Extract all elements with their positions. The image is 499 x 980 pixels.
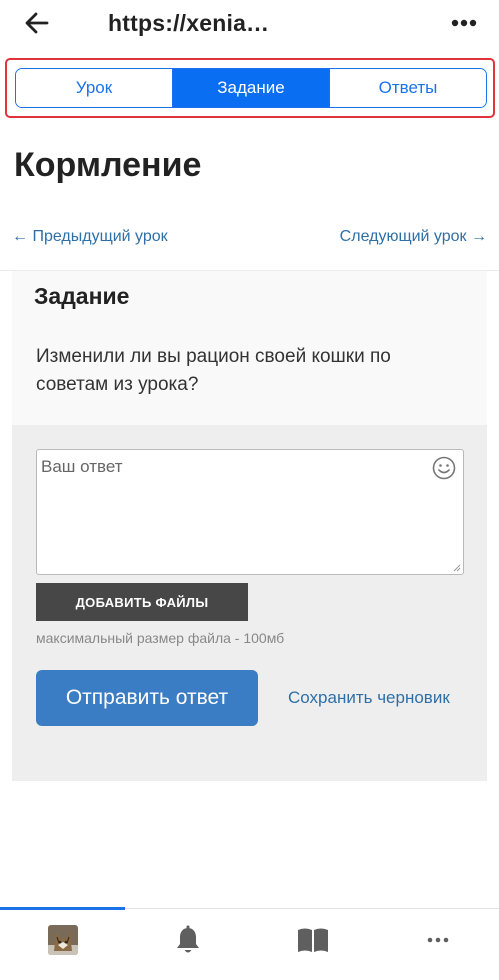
avatar bbox=[47, 925, 78, 955]
bottom-nav-more[interactable] bbox=[375, 909, 499, 971]
lesson-tabs: Урок Задание Ответы bbox=[15, 68, 487, 108]
task-question: Изменили ли вы рацион своей кошки по сов… bbox=[36, 346, 391, 395]
answer-form: ДОБАВИТЬ ФАЙЛЫ максимальный размер файла… bbox=[12, 425, 487, 781]
task-heading: Задание bbox=[34, 283, 130, 309]
bell-icon bbox=[176, 925, 199, 953]
smiley-icon[interactable] bbox=[432, 456, 456, 480]
book-icon bbox=[297, 928, 328, 952]
tab-lesson[interactable]: Урок bbox=[16, 69, 173, 107]
add-files-button[interactable]: ДОБАВИТЬ ФАЙЛЫ bbox=[36, 583, 248, 621]
more-horizontal-icon bbox=[427, 937, 448, 943]
more-vertical-icon bbox=[451, 19, 477, 27]
more-menu-button[interactable] bbox=[449, 8, 479, 38]
tabs-highlight-frame: Урок Задание Ответы bbox=[5, 58, 495, 118]
back-button[interactable] bbox=[22, 8, 52, 38]
browser-top-bar: https://xenia… bbox=[0, 0, 499, 50]
next-lesson-link[interactable]: Следующий урок → bbox=[340, 228, 487, 246]
save-draft-link[interactable]: Сохранить черновик bbox=[288, 688, 450, 708]
submit-answer-button[interactable]: Отправить ответ bbox=[36, 670, 258, 726]
bottom-navigation bbox=[0, 907, 499, 980]
arrow-left-icon bbox=[25, 12, 49, 34]
lesson-navigation: ← Предыдущий урок Следующий урок → bbox=[0, 228, 499, 250]
bottom-nav-notifications[interactable] bbox=[125, 909, 250, 971]
page-title: Кормление bbox=[14, 146, 202, 184]
tab-answers[interactable]: Ответы bbox=[330, 69, 486, 107]
resize-handle-icon[interactable] bbox=[452, 563, 461, 572]
previous-lesson-link[interactable]: ← Предыдущий урок bbox=[12, 228, 168, 246]
bottom-nav-profile[interactable] bbox=[0, 909, 125, 971]
file-size-note: максимальный размер файла - 100мб bbox=[36, 630, 285, 646]
tab-task[interactable]: Задание bbox=[173, 69, 330, 107]
url-text: https://xenia… bbox=[108, 10, 270, 36]
answer-box bbox=[36, 449, 464, 575]
bottom-nav-courses[interactable] bbox=[250, 909, 375, 971]
answer-input[interactable] bbox=[37, 450, 463, 574]
